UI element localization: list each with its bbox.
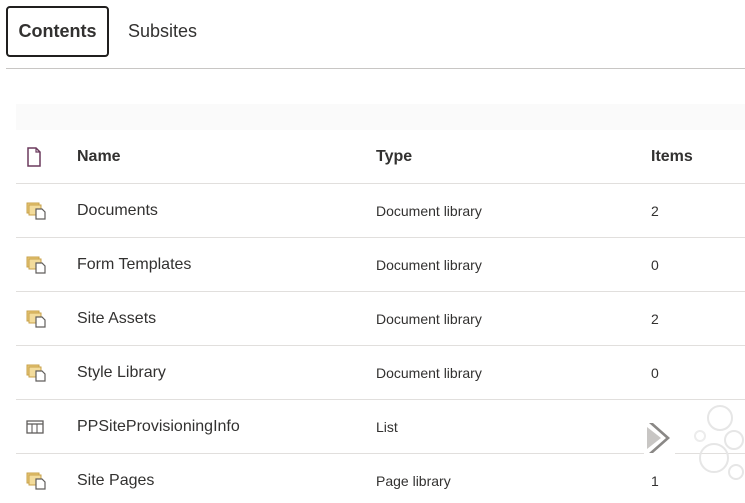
row-name[interactable]: Site Assets <box>77 292 156 345</box>
file-type-icon <box>26 146 42 167</box>
row-type: Document library <box>376 364 482 381</box>
row-name[interactable]: PPSiteProvisioningInfo <box>77 400 240 453</box>
list-row-ppsiteprovisioninginfo[interactable]: PPSiteProvisioningInfo List 1 <box>16 400 745 454</box>
tab-bar: Contents Subsites <box>0 0 745 70</box>
row-type: Document library <box>376 310 482 327</box>
list-row-style-library[interactable]: Style Library Document library 0 <box>16 346 745 400</box>
decorative-bubbles <box>690 400 745 490</box>
row-name[interactable]: Documents <box>77 184 158 237</box>
list-row-site-pages[interactable]: Site Pages Page library 1 <box>16 454 745 503</box>
document-library-icon <box>26 201 48 221</box>
row-items-count: 2 <box>651 310 659 327</box>
row-items-count: 0 <box>651 256 659 273</box>
list-row-site-assets[interactable]: Site Assets Document library 2 <box>16 292 745 346</box>
list-row-documents[interactable]: Documents Document library 2 <box>16 184 745 238</box>
row-name[interactable]: Style Library <box>77 346 166 399</box>
list-icon <box>26 419 44 435</box>
row-items-count: 0 <box>651 364 659 381</box>
column-header-name[interactable]: Name <box>77 130 121 183</box>
tab-contents[interactable]: Contents <box>6 6 109 57</box>
document-library-icon <box>26 309 48 329</box>
row-items-count: 2 <box>651 202 659 219</box>
row-type: Document library <box>376 256 482 273</box>
row-items-count: 1 <box>651 472 659 489</box>
row-type: List <box>376 418 398 435</box>
tab-subsites[interactable]: Subsites <box>128 6 197 57</box>
row-type: Document library <box>376 202 482 219</box>
document-library-icon <box>26 255 48 275</box>
tab-divider <box>6 68 745 69</box>
row-type: Page library <box>376 472 451 489</box>
list-header-row: Name Type Items <box>16 130 745 184</box>
row-name[interactable]: Site Pages <box>77 454 154 503</box>
file-type-header[interactable] <box>26 130 52 183</box>
document-library-icon <box>26 363 48 383</box>
list-row-form-templates[interactable]: Form Templates Document library 0 <box>16 238 745 292</box>
row-name[interactable]: Form Templates <box>77 238 191 291</box>
chevron-right-icon <box>647 423 670 453</box>
next-arrow-button[interactable] <box>644 419 675 457</box>
contents-list: Name Type Items Documents Document libra… <box>16 130 745 503</box>
column-header-type[interactable]: Type <box>376 130 412 183</box>
document-library-icon <box>26 471 48 491</box>
column-header-items[interactable]: Items <box>651 130 693 183</box>
